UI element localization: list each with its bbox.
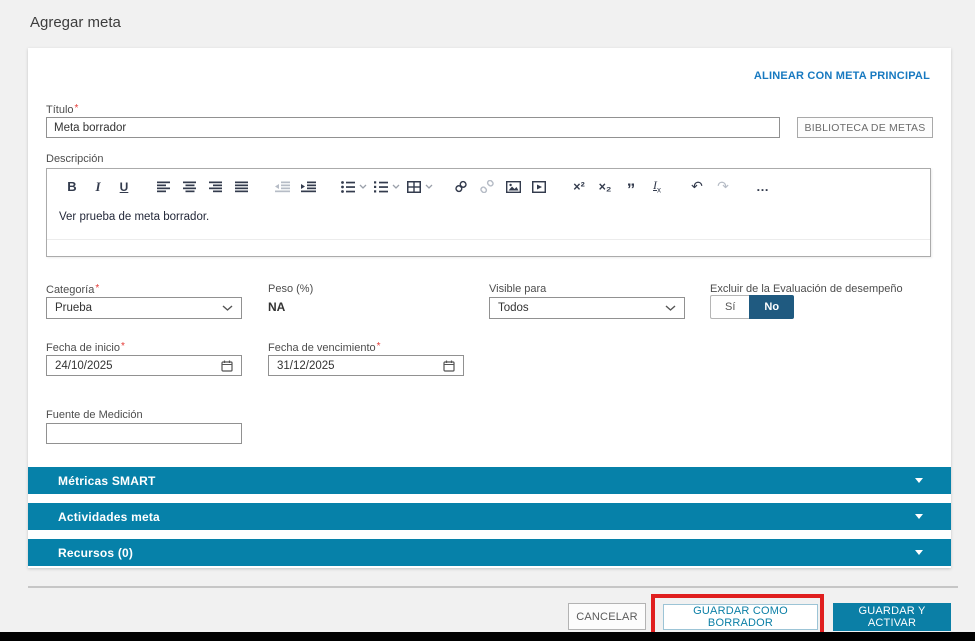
underline-icon[interactable]: U [115, 177, 133, 197]
section-metricas-smart[interactable]: Métricas SMART [28, 467, 951, 494]
bullet-list-icon[interactable] [339, 177, 357, 197]
titulo-input[interactable] [46, 117, 780, 138]
caret-down-icon [915, 514, 923, 519]
categoria-label: Categoría* [46, 283, 100, 296]
fuente-medicion-input[interactable] [46, 423, 242, 444]
clear-formatting-icon[interactable]: Ix [648, 177, 666, 197]
toggle-option-si[interactable]: Sí [710, 295, 750, 319]
image-icon[interactable] [504, 177, 522, 197]
editor-footer [47, 240, 930, 255]
bottom-black-bar [0, 632, 975, 641]
footer-divider [28, 586, 958, 588]
table-dropdown-caret-icon[interactable] [425, 184, 433, 189]
toggle-option-no[interactable]: No [749, 295, 795, 319]
redo-icon: ↷ [717, 178, 729, 194]
required-asterisk: * [95, 283, 100, 294]
caret-down-icon [915, 550, 923, 555]
fecha-inicio-label: Fecha de inicio* [46, 341, 125, 354]
calendar-icon[interactable] [221, 360, 233, 372]
undo-icon[interactable]: ↶ [688, 177, 706, 197]
editor-toolbar: B I U ×² ×₂ ” Ix ↶ ↷ … [47, 169, 930, 204]
required-asterisk: * [74, 103, 79, 114]
bullet-list-dropdown-caret-icon[interactable] [359, 184, 367, 189]
chevron-down-icon [222, 305, 233, 311]
numbered-list-dropdown-caret-icon[interactable] [392, 184, 400, 189]
superscript-icon[interactable]: ×² [570, 177, 588, 197]
unlink-icon [478, 177, 496, 197]
page-title: Agregar meta [30, 14, 121, 31]
excluir-toggle: Sí No [710, 295, 795, 319]
video-icon[interactable] [530, 177, 548, 197]
table-icon[interactable] [405, 177, 423, 197]
required-asterisk: * [121, 341, 125, 352]
outdent-icon [273, 177, 291, 197]
section-recursos[interactable]: Recursos (0) [28, 539, 951, 566]
visible-para-select[interactable]: Todos [489, 297, 685, 319]
align-justify-icon[interactable] [233, 177, 251, 197]
more-icon[interactable]: … [754, 177, 772, 197]
peso-label: Peso (%) [268, 283, 314, 295]
align-with-main-goal-link[interactable]: ALINEAR CON META PRINCIPAL [754, 70, 930, 82]
description-editor: B I U ×² ×₂ ” Ix ↶ ↷ … Ver prueba de meta borrado… [46, 168, 931, 257]
add-goal-card: ALINEAR CON META PRINCIPAL Título* BIBLI… [28, 48, 951, 568]
calendar-icon[interactable] [443, 360, 455, 372]
align-center-icon[interactable] [181, 177, 199, 197]
fecha-vencimiento-input[interactable]: 31/12/2025 [268, 355, 464, 376]
save-as-draft-button[interactable]: GUARDAR COMO BORRADOR [663, 604, 818, 630]
link-icon[interactable] [452, 177, 470, 197]
peso-value: NA [268, 300, 286, 314]
align-right-icon[interactable] [207, 177, 225, 197]
categoria-select[interactable]: Prueba [46, 297, 242, 319]
numbered-list-icon[interactable] [372, 177, 390, 197]
indent-icon[interactable] [299, 177, 317, 197]
blockquote-icon[interactable]: ” [622, 177, 640, 198]
chevron-down-icon [665, 305, 676, 311]
fuente-medicion-label: Fuente de Medición [46, 409, 143, 421]
titulo-label: Título* [46, 103, 79, 116]
descripcion-label: Descripción [46, 153, 104, 165]
cancel-button[interactable]: CANCELAR [568, 603, 646, 630]
excluir-label: Excluir de la Evaluación de desempeño [710, 283, 903, 295]
align-left-icon[interactable] [155, 177, 173, 197]
fecha-vencimiento-label: Fecha de vencimiento* [268, 341, 381, 354]
italic-icon[interactable]: I [89, 177, 107, 197]
fecha-inicio-input[interactable]: 24/10/2025 [46, 355, 242, 376]
bold-icon[interactable]: B [63, 177, 81, 197]
caret-down-icon [915, 478, 923, 483]
required-asterisk: * [376, 341, 381, 352]
subscript-icon[interactable]: ×₂ [596, 177, 614, 197]
save-and-activate-button[interactable]: GUARDAR Y ACTIVAR [833, 603, 951, 631]
visible-para-label: Visible para [489, 283, 547, 295]
goal-library-button[interactable]: BIBLIOTECA DE METAS [797, 117, 933, 138]
section-actividades-meta[interactable]: Actividades meta [28, 503, 951, 530]
editor-content[interactable]: Ver prueba de meta borrador. [47, 204, 930, 240]
